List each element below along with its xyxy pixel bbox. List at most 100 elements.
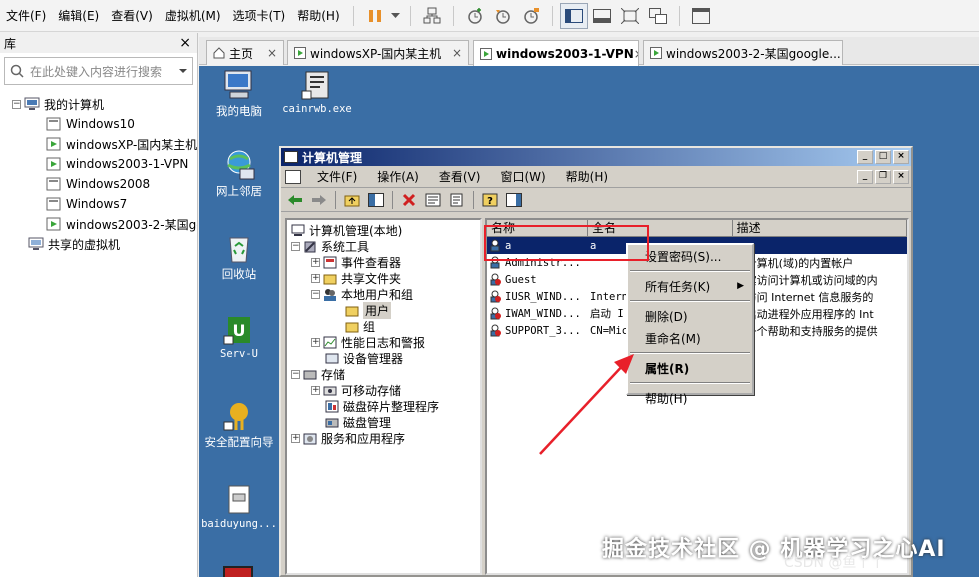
tree-vm-item[interactable]: windowsXP-国内某主机 bbox=[0, 134, 197, 154]
console-view-button[interactable] bbox=[687, 3, 715, 29]
menu-view[interactable]: 查看(V) bbox=[105, 0, 159, 32]
help-button[interactable]: ? bbox=[480, 191, 500, 209]
menu-help[interactable]: 帮助(H) bbox=[291, 0, 345, 32]
expand-icon[interactable]: + bbox=[311, 385, 320, 395]
tree-vm-item[interactable]: Windows7 bbox=[0, 194, 197, 214]
tree-storage[interactable]: − 存储 bbox=[291, 366, 345, 382]
menu-properties[interactable]: 属性(R) bbox=[628, 357, 752, 379]
collapse-icon[interactable]: − bbox=[311, 289, 320, 299]
export-list-button[interactable] bbox=[447, 191, 467, 209]
tab-close-button[interactable]: × bbox=[634, 47, 638, 61]
tree-users[interactable]: 用户 bbox=[345, 301, 392, 319]
tab-home[interactable]: 主页 × bbox=[206, 40, 284, 65]
collapse-icon[interactable]: − bbox=[291, 369, 300, 379]
tree-vm-item[interactable]: windows2003-1-VPN bbox=[0, 154, 197, 174]
menu-rename[interactable]: 重命名(M) bbox=[628, 327, 752, 349]
desktop-icon-baiduyung[interactable]: baiduyung... bbox=[199, 484, 279, 530]
shared-folder-icon bbox=[323, 274, 337, 284]
tree-perf-logs[interactable]: + 性能日志和警报 bbox=[311, 334, 425, 350]
menu-vm[interactable]: 虚拟机(M) bbox=[159, 0, 227, 32]
unity-button[interactable] bbox=[644, 3, 672, 29]
tree-shared-vms[interactable]: 共享的虚拟机 bbox=[0, 234, 197, 254]
mmc-system-icon[interactable] bbox=[285, 169, 301, 184]
cm-tree-pane: 计算机管理(本地) − 系统工具 + 事件查看器 + 共享文件夹 − 本地用户和… bbox=[285, 218, 482, 575]
desktop-icon-recycle-bin[interactable]: 回收站 bbox=[199, 232, 279, 282]
expand-icon[interactable]: + bbox=[291, 433, 300, 443]
expand-icon[interactable]: + bbox=[311, 337, 320, 347]
file-icon bbox=[228, 485, 250, 514]
column-header-description[interactable]: 描述 bbox=[733, 220, 907, 236]
collapse-icon[interactable]: − bbox=[291, 241, 300, 251]
menu-edit[interactable]: 编辑(E) bbox=[52, 0, 105, 32]
desktop-icon-my-computer[interactable]: 我的电脑 bbox=[199, 69, 279, 119]
tree-groups[interactable]: 组 bbox=[345, 318, 375, 334]
menu-tabs[interactable]: 选项卡(T) bbox=[227, 0, 292, 32]
tree-vm-item[interactable]: windows2003-2-某国google bbox=[0, 214, 197, 234]
tab-windows2003-1-vpn[interactable]: windows2003-1-VPN × bbox=[473, 40, 639, 66]
tree-device-manager[interactable]: 设备管理器 bbox=[325, 350, 403, 366]
tree-vm-item[interactable]: Windows2008 bbox=[0, 174, 197, 194]
show-console-button[interactable] bbox=[588, 3, 616, 29]
tree-defrag[interactable]: 磁盘碎片整理程序 bbox=[325, 398, 439, 414]
snapshot-manager-button[interactable] bbox=[517, 3, 545, 29]
child-minimize-button[interactable]: _ bbox=[857, 169, 873, 184]
desktop-icon-cainrwb[interactable]: cainrwb.exe bbox=[277, 69, 357, 115]
tree-shared-folders[interactable]: + 共享文件夹 bbox=[311, 270, 401, 286]
forward-button[interactable] bbox=[309, 191, 329, 209]
computer-management-icon bbox=[291, 224, 305, 236]
maximize-button[interactable]: □ bbox=[875, 150, 891, 164]
cm-menu-action[interactable]: 操作(A) bbox=[367, 168, 429, 185]
child-restore-button[interactable]: ❐ bbox=[875, 169, 891, 184]
window-titlebar[interactable]: 计算机管理 _ □ × bbox=[281, 148, 911, 166]
chevron-down-icon[interactable] bbox=[179, 68, 187, 74]
up-level-button[interactable] bbox=[342, 191, 362, 209]
snapshot-take-button[interactable] bbox=[461, 3, 489, 29]
child-close-button[interactable]: × bbox=[893, 169, 909, 184]
tab-windowsxp[interactable]: windowsXP-国内某主机 × bbox=[287, 40, 469, 65]
menu-all-tasks[interactable]: 所有任务(K) ▶ bbox=[628, 275, 752, 297]
tree-label: 本地用户和组 bbox=[341, 287, 414, 302]
delete-button[interactable] bbox=[399, 191, 419, 209]
tree-removable-storage[interactable]: + 可移动存储 bbox=[311, 382, 401, 398]
show-library-button[interactable] bbox=[559, 2, 588, 29]
menu-delete[interactable]: 删除(D) bbox=[628, 305, 752, 327]
fullscreen-button[interactable] bbox=[616, 3, 644, 29]
tree-local-users-groups[interactable]: − 本地用户和组 bbox=[311, 286, 413, 302]
tree-services-apps[interactable]: + 服务和应用程序 bbox=[291, 430, 405, 446]
collapse-icon[interactable]: − bbox=[12, 99, 21, 109]
minimize-button[interactable]: _ bbox=[857, 150, 873, 164]
library-search-input[interactable]: 在此处键入内容进行搜索 bbox=[4, 57, 193, 85]
menu-help[interactable]: 帮助(H) bbox=[628, 387, 752, 409]
tab-close-button[interactable]: × bbox=[452, 46, 462, 60]
tree-disk-management[interactable]: 磁盘管理 bbox=[325, 414, 391, 430]
show-tree-button[interactable] bbox=[366, 191, 386, 209]
highlight-box bbox=[484, 225, 649, 261]
close-button[interactable]: × bbox=[893, 150, 909, 164]
desktop-icon-security-wizard[interactable]: 安全配置向导 bbox=[199, 400, 279, 450]
expand-icon[interactable]: + bbox=[311, 273, 320, 283]
properties-button[interactable] bbox=[423, 191, 443, 209]
desktop-icon-serv-u[interactable]: U Serv-U bbox=[199, 314, 279, 360]
pause-button[interactable] bbox=[361, 3, 389, 29]
pause-dropdown-button[interactable] bbox=[389, 3, 403, 29]
tree-label: 共享文件夹 bbox=[341, 271, 402, 286]
snapshot-revert-button[interactable] bbox=[489, 3, 517, 29]
show-action-pane-button[interactable] bbox=[504, 191, 524, 209]
tree-event-viewer[interactable]: + 事件查看器 bbox=[311, 254, 401, 270]
back-button[interactable] bbox=[285, 191, 305, 209]
cm-menu-help[interactable]: 帮助(H) bbox=[556, 168, 618, 185]
send-ctrl-alt-del-button[interactable] bbox=[418, 3, 446, 29]
tab-windows2003-2[interactable]: windows2003-2-某国google... bbox=[643, 40, 843, 65]
cm-menu-file[interactable]: 文件(F) bbox=[307, 168, 367, 185]
tree-system-tools[interactable]: − 系统工具 bbox=[291, 238, 369, 254]
tree-vm-item[interactable]: Windows10 bbox=[0, 114, 197, 134]
library-close-button[interactable]: × bbox=[179, 35, 191, 51]
cm-menu-view[interactable]: 查看(V) bbox=[429, 168, 491, 185]
tab-close-button[interactable]: × bbox=[267, 46, 277, 60]
cm-menu-window[interactable]: 窗口(W) bbox=[490, 168, 555, 185]
tree-computer-management[interactable]: 计算机管理(本地) bbox=[291, 222, 402, 238]
desktop-icon-network[interactable]: 网上邻居 bbox=[199, 149, 279, 199]
menu-file[interactable]: 文件(F) bbox=[0, 0, 52, 32]
expand-icon[interactable]: + bbox=[311, 257, 320, 267]
tree-my-computer[interactable]: − 我的计算机 bbox=[0, 94, 197, 114]
